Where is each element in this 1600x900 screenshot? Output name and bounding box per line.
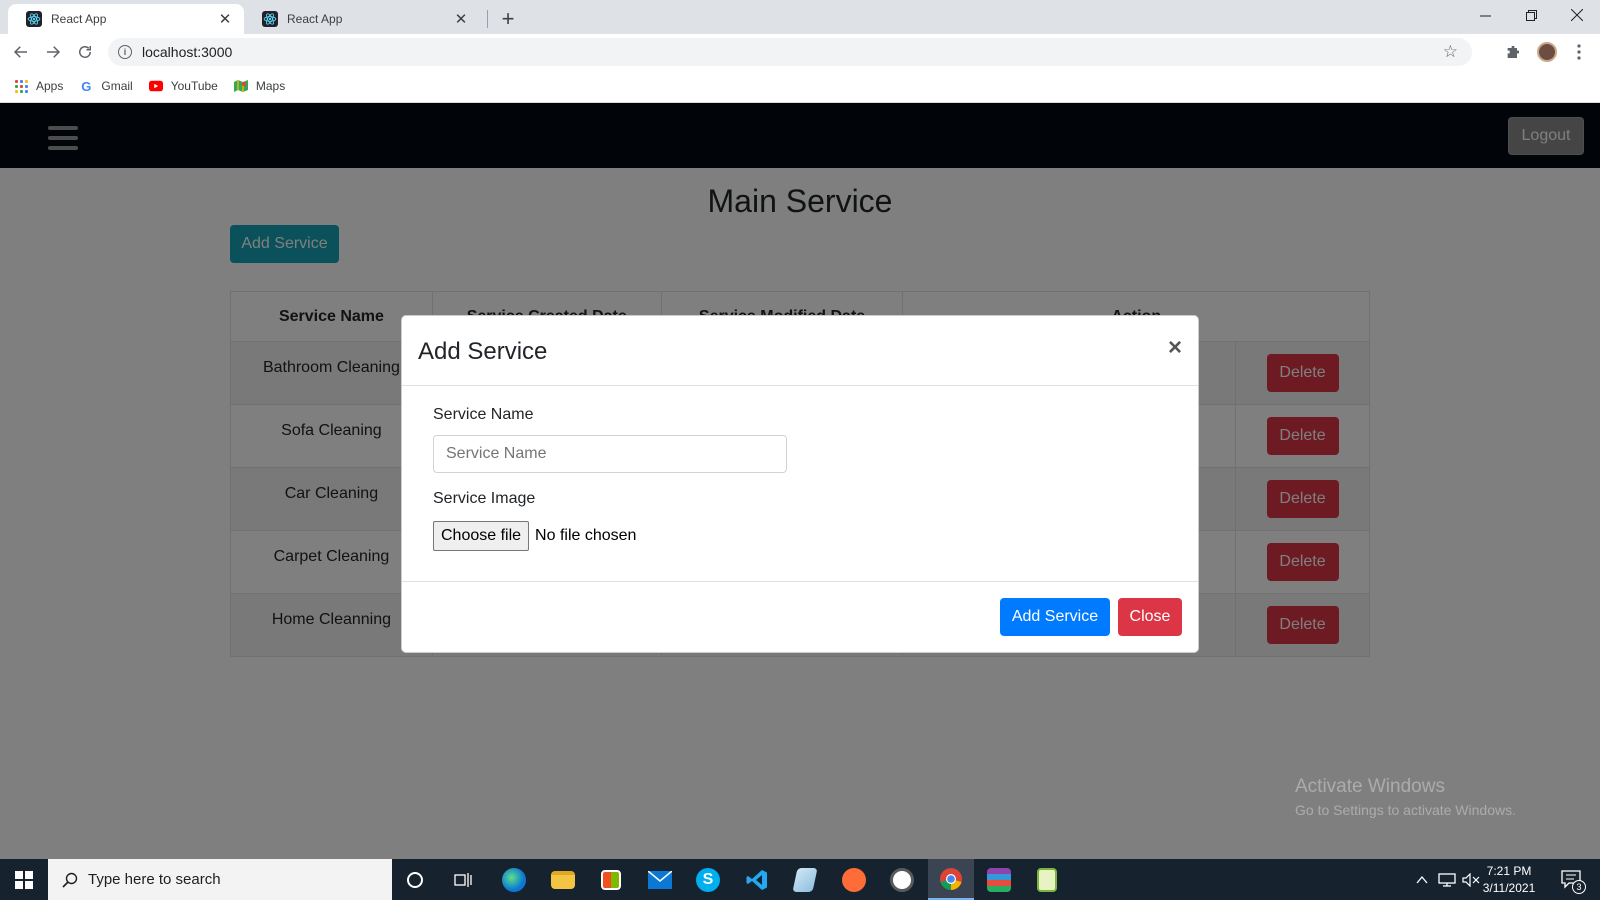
url-text: localhost:3000: [142, 44, 233, 60]
reload-icon[interactable]: [72, 39, 98, 65]
edge-icon[interactable]: [491, 859, 537, 900]
submit-add-service-button[interactable]: Add Service: [1000, 598, 1110, 636]
apps-grid-icon: [14, 79, 28, 93]
cortana-icon[interactable]: [392, 859, 438, 900]
service-name-label: Service Name: [433, 406, 534, 423]
tab-close-icon[interactable]: ✕: [452, 10, 470, 28]
modal-title: Add Service: [418, 338, 548, 365]
bookmark-label: Maps: [255, 79, 286, 93]
extensions-icon[interactable]: [1502, 41, 1524, 63]
close-modal-button[interactable]: Close: [1118, 598, 1182, 636]
taskbar-clock[interactable]: 7:21 PM 3/11/2021: [1476, 863, 1542, 897]
tab-close-icon[interactable]: ✕: [216, 10, 234, 28]
bookmarks-bar: Apps G Gmail YouTube Maps: [0, 70, 1600, 103]
github-desktop-icon[interactable]: [879, 859, 925, 900]
bookmark-star-icon[interactable]: ☆: [1443, 42, 1458, 62]
file-explorer-icon[interactable]: [540, 859, 586, 900]
watermark-title: Activate Windows: [1295, 776, 1445, 797]
tab-separator: [487, 10, 488, 28]
vscode-icon[interactable]: [734, 859, 780, 900]
bookmark-gmail[interactable]: G Gmail: [79, 78, 133, 94]
more-menu-icon[interactable]: [1568, 41, 1590, 63]
tray-chevron-icon[interactable]: [1412, 859, 1432, 900]
notepad-icon[interactable]: [782, 859, 828, 900]
back-arrow-icon[interactable]: [8, 39, 34, 65]
choose-file-button[interactable]: Choose file: [433, 521, 530, 551]
react-favicon-icon: [26, 11, 42, 27]
clock-date: 3/11/2021: [1482, 881, 1536, 895]
search-placeholder: Type here to search: [88, 871, 221, 888]
notification-center-icon[interactable]: 3: [1552, 859, 1592, 900]
maps-icon: [233, 79, 248, 93]
close-icon[interactable]: ×: [1168, 336, 1182, 360]
file-input[interactable]: Choose file No file chosen: [433, 521, 636, 551]
service-name-input[interactable]: [433, 435, 787, 473]
modal-header: Add Service ×: [402, 316, 1198, 386]
winrar-icon[interactable]: [976, 859, 1022, 900]
tab-title: React App: [51, 12, 107, 26]
modal-footer: Add Service Close: [402, 582, 1198, 652]
web-page: Logout Main Service Add Service Service …: [0, 103, 1600, 859]
bookmark-maps[interactable]: Maps: [233, 79, 286, 93]
skype-icon[interactable]: S: [685, 859, 731, 900]
add-service-modal: Add Service × Service Name Service Image…: [401, 315, 1199, 653]
address-bar[interactable]: i localhost:3000 ☆: [108, 38, 1472, 66]
chrome-icon[interactable]: [928, 859, 974, 900]
bookmark-label: Apps: [36, 79, 64, 93]
bookmark-youtube[interactable]: YouTube: [148, 79, 218, 93]
task-view-icon[interactable]: [440, 859, 486, 900]
mail-icon[interactable]: [637, 859, 683, 900]
clock-time: 7:21 PM: [1486, 864, 1532, 878]
windows-start-icon[interactable]: [0, 859, 48, 900]
browser-tab-2[interactable]: React App ✕: [244, 4, 480, 34]
watermark-subtitle: Go to Settings to activate Windows.: [1295, 802, 1516, 818]
postman-icon[interactable]: [831, 859, 877, 900]
youtube-icon: [148, 79, 163, 93]
modal-body: Service Name Service Image Choose file N…: [402, 386, 1198, 582]
site-info-icon[interactable]: i: [118, 45, 132, 59]
browser-tab-1[interactable]: React App ✕: [8, 4, 244, 34]
bookmark-label: Gmail: [101, 79, 133, 93]
network-icon[interactable]: [1436, 859, 1458, 900]
browser-toolbar: i localhost:3000 ☆: [0, 34, 1600, 70]
windows-taskbar: Type here to search S 7:21 PM 3/11/2021 …: [0, 859, 1600, 900]
tab-title: React App: [287, 12, 343, 26]
bookmark-apps[interactable]: Apps: [14, 79, 63, 93]
microsoft-store-icon[interactable]: [588, 859, 634, 900]
forward-arrow-icon[interactable]: [40, 39, 66, 65]
minimize-icon[interactable]: [1462, 0, 1508, 30]
browser-tabstrip: React App ✕ React App ✕ +: [0, 0, 1600, 34]
notification-count-badge: 3: [1572, 880, 1586, 894]
restore-icon[interactable]: [1508, 0, 1554, 30]
profile-avatar[interactable]: [1536, 41, 1558, 63]
file-status-text: No file chosen: [535, 527, 637, 544]
sticky-notes-icon[interactable]: [1024, 859, 1070, 900]
bookmark-label: YouTube: [170, 79, 218, 93]
window-close-icon[interactable]: [1554, 0, 1600, 30]
react-favicon-icon: [262, 11, 278, 27]
new-tab-button[interactable]: +: [496, 6, 520, 31]
search-icon: [62, 872, 78, 888]
google-icon: G: [81, 78, 92, 94]
taskbar-search-box[interactable]: Type here to search: [48, 859, 392, 900]
activate-windows-watermark: Activate Windows Go to Settings to activ…: [1295, 776, 1516, 818]
service-image-label: Service Image: [433, 490, 536, 507]
